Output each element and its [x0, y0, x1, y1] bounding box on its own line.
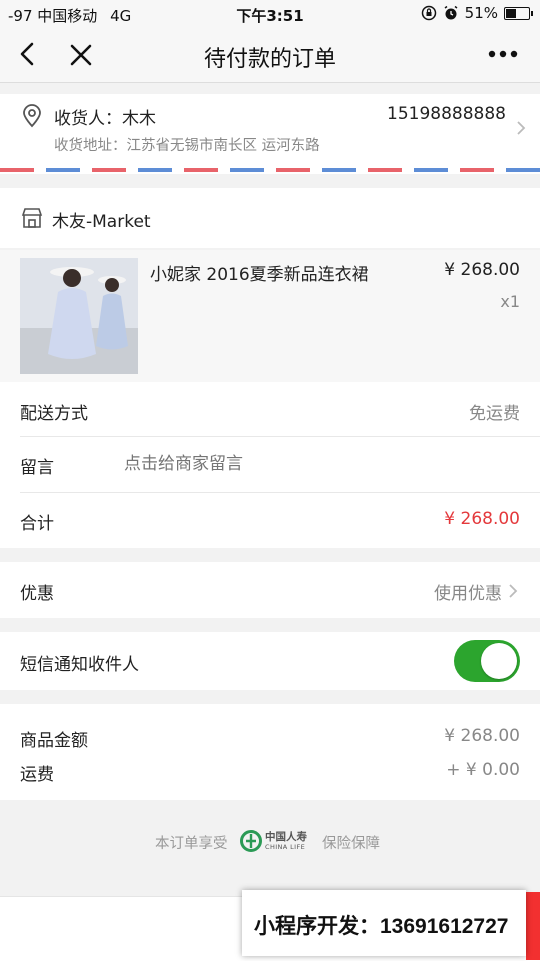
total-value: ¥ 268.00	[444, 509, 520, 529]
product-item[interactable]: 小妮家 2016夏季新品连衣裙 ¥ 268.00 x1	[0, 250, 540, 382]
status-bar: -97 中国移动 4G 下午3:51 51%	[0, 0, 540, 28]
recipient-line: 收货人：木木	[54, 104, 156, 129]
recipient-phone: 15198888888	[387, 104, 506, 124]
chevron-right-icon	[509, 584, 518, 598]
shop-name: 木友-Market	[52, 212, 151, 232]
insurance-suffix: 保险保障	[322, 836, 380, 852]
location-pin-icon	[23, 104, 41, 128]
product-title: 小妮家 2016夏季新品连衣裙	[150, 265, 369, 285]
china-life-logo-cn: 中国人寿	[265, 831, 307, 843]
nav-bar: 待付款的订单	[0, 28, 540, 83]
order-details: 配送方式 免运费 留言 合计 ¥ 268.00	[0, 382, 540, 548]
shipping-value: + ¥ 0.00	[446, 760, 520, 780]
product-quantity: x1	[500, 292, 520, 311]
discount-label: 优惠	[20, 584, 54, 604]
delivery-label: 配送方式	[20, 404, 88, 424]
battery-icon	[504, 6, 533, 20]
divider	[20, 436, 540, 437]
message-row: 留言	[0, 438, 540, 492]
more-icon[interactable]	[486, 42, 520, 66]
rotation-lock-icon	[421, 5, 436, 21]
use-discount-link[interactable]: 使用优惠	[434, 579, 502, 604]
address-text: 收货地址：江苏省无锡市南长区 运河东路	[54, 138, 320, 154]
airmail-divider	[0, 168, 540, 172]
toggle-knob	[481, 643, 517, 679]
battery-level	[506, 8, 516, 18]
message-label: 留言	[20, 458, 54, 478]
total-row: 合计 ¥ 268.00	[0, 494, 540, 548]
divider	[20, 492, 540, 493]
sms-notify-toggle[interactable]	[454, 640, 520, 682]
sms-notify-label: 短信通知收件人	[20, 655, 139, 675]
price-summary: 商品金额 ¥ 268.00 运费 + ¥ 0.00	[0, 704, 540, 800]
store-icon	[21, 208, 43, 228]
delivery-row[interactable]: 配送方式 免运费	[0, 382, 540, 436]
insurance-note: 本订单享受 中国人寿 CHINA LIFE 保险保障	[0, 824, 540, 858]
page-title: 待付款的订单	[203, 47, 336, 72]
recipient-name: 木木	[122, 109, 156, 129]
dress-photo	[20, 258, 138, 374]
discount-row[interactable]: 优惠 使用优惠	[0, 562, 540, 618]
message-input[interactable]	[124, 448, 504, 480]
shop-header: 木友-Market	[0, 188, 540, 248]
insurance-prefix: 本订单享受	[155, 836, 228, 852]
shipping-label: 运费	[20, 765, 54, 785]
china-life-logo-icon	[240, 830, 262, 852]
address-card[interactable]: 收货人：木木 15198888888 收货地址：江苏省无锡市南长区 运河东路	[0, 94, 540, 174]
chevron-right-icon	[517, 121, 526, 135]
goods-amount-label: 商品金额	[20, 731, 88, 751]
promo-banner: 小程序开发：13691612727	[242, 890, 526, 956]
promo-text: 小程序开发：13691612727	[254, 915, 509, 938]
product-thumbnail	[20, 258, 138, 374]
goods-amount-value: ¥ 268.00	[444, 726, 520, 746]
delivery-value: 免运费	[469, 404, 520, 424]
battery-percent: 51%	[464, 4, 498, 22]
status-right: 51%	[421, 4, 533, 22]
product-price: ¥ 268.00	[444, 260, 520, 280]
china-life-logo-en: CHINA LIFE	[265, 843, 306, 851]
total-label: 合计	[20, 514, 54, 534]
alarm-icon	[444, 5, 458, 20]
recipient-label: 收货人：	[54, 109, 122, 129]
pay-button[interactable]	[526, 892, 540, 960]
